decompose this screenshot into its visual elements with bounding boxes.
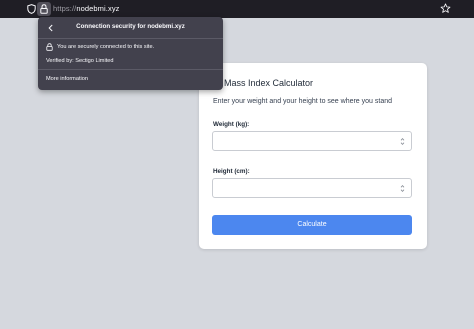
lock-icon (40, 4, 48, 14)
weight-input[interactable] (212, 131, 412, 151)
page-title: dy Mass Index Calculator (212, 78, 314, 88)
lock-icon (46, 43, 53, 51)
shield-icon[interactable] (27, 4, 36, 14)
height-input[interactable] (212, 178, 412, 198)
height-label: Height (cm): (213, 168, 250, 175)
site-security-button[interactable] (37, 2, 51, 16)
popup-title: Connection security for nodebmi.xyz (76, 23, 185, 30)
weight-label: Weight (kg): (213, 121, 250, 128)
url-host: nodebmi.xyz (76, 4, 120, 13)
address-bar[interactable]: https://nodebmi.xyz (53, 4, 120, 13)
number-stepper-icon[interactable] (400, 184, 405, 193)
divider (38, 38, 223, 39)
number-stepper-icon[interactable] (400, 137, 405, 146)
verified-by-text: Verified by: Sectigo Limited (46, 58, 114, 64)
more-information-link[interactable]: More information (46, 76, 88, 82)
star-icon[interactable] (440, 3, 451, 14)
secure-connection-text: You are securely connected to this site. (57, 44, 155, 50)
calculate-button[interactable]: Calculate (212, 215, 412, 235)
page-subtitle: Enter your weight and your height to see… (213, 98, 392, 105)
url-scheme: https:// (53, 4, 77, 13)
divider (38, 69, 223, 70)
bmi-card: dy Mass Index Calculator Enter your weig… (199, 63, 427, 249)
connection-security-popup: Connection security for nodebmi.xyz You … (38, 17, 223, 90)
browser-toolbar: https://nodebmi.xyz (0, 0, 474, 18)
